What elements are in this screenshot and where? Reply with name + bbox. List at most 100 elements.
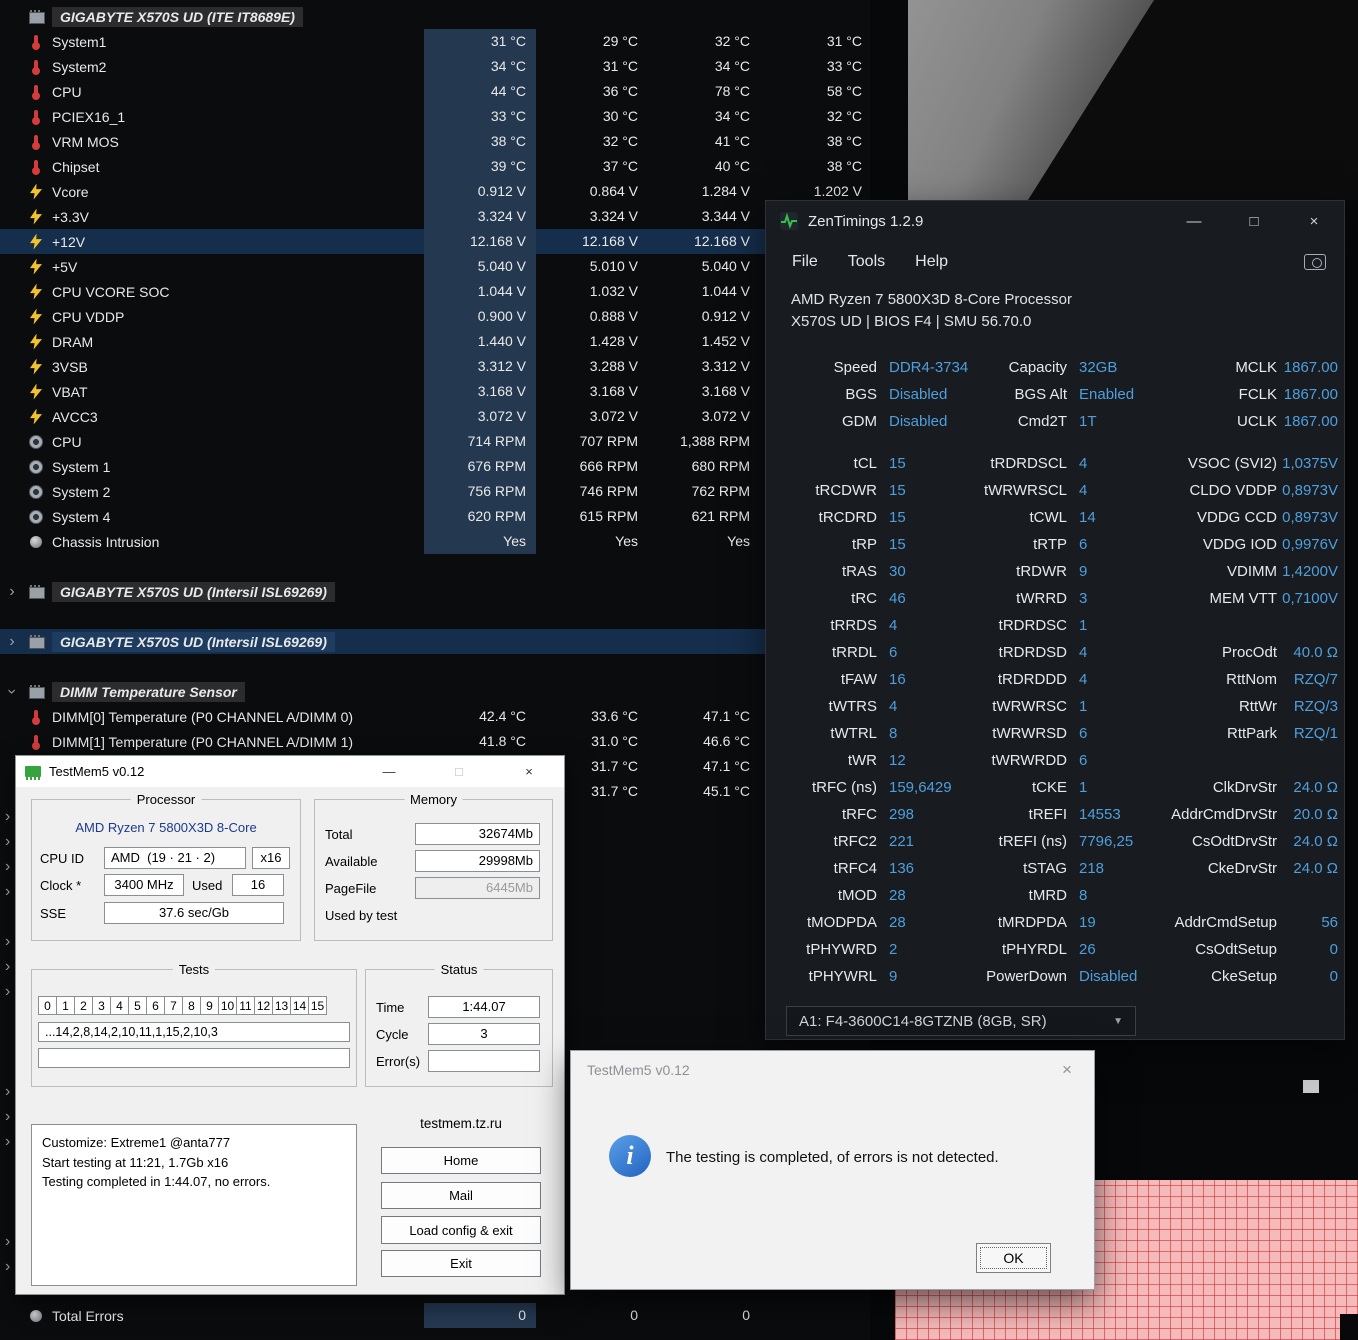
testmem5-titlebar[interactable]: TestMem5 v0.12 — □ × [16,756,564,787]
sensor-row[interactable]: +3.3V 3.324 V 3.324 V 3.344 V [0,204,870,229]
sensor-row[interactable]: DIMM[0] Temperature (P0 CHANNEL A/DIMM 0… [0,704,870,729]
sensor-row[interactable]: VRM MOS 38 °C 32 °C 41 °C 38 °C [0,129,870,154]
used-label: Used [192,878,223,893]
test-number-cell[interactable]: 5 [128,996,147,1015]
expand-arrow-icon[interactable]: › [5,1233,10,1251]
sensor-row[interactable]: CPU 44 °C 36 °C 78 °C 58 °C [0,79,870,104]
expand-arrow-icon[interactable]: › [5,933,10,951]
menu-file[interactable]: File [792,253,818,271]
timing-value: Disabled [889,413,948,430]
sensor-row[interactable]: DIMM[1] Temperature (P0 CHANNEL A/DIMM 1… [0,729,870,754]
timing-value: DDR4-3734 [889,359,969,376]
test-number-cell[interactable]: 11 [236,996,255,1015]
ok-button[interactable]: OK [976,1243,1051,1273]
test-number-cell[interactable]: 0 [38,996,57,1015]
zentimings-window: ZenTimings 1.2.9 — □ × File Tools Help A… [765,200,1345,1040]
sensor-group-row[interactable]: GIGABYTE X570S UD (ITE IT8689E) [0,4,870,29]
expand-arrow-icon[interactable]: › [0,629,24,654]
screen-corner [1340,1314,1358,1340]
expand-arrow-icon[interactable]: › [5,858,10,876]
sensor-row[interactable]: DRAM 1.440 V 1.428 V 1.452 V [0,329,870,354]
timing-value: 1867.00 [1283,359,1338,376]
sensor-group-row[interactable]: › GIGABYTE X570S UD (Intersil ISL69269) [0,629,870,654]
test-number-cell[interactable]: 6 [146,996,165,1015]
sensor-row[interactable]: System 2 756 RPM 746 RPM 762 RPM [0,479,870,504]
total-errors-row[interactable]: Total Errors 0 0 0 [0,1303,870,1328]
sensor-row[interactable]: CPU VDDP 0.900 V 0.888 V 0.912 V [0,304,870,329]
test-number-cell[interactable]: 8 [182,996,201,1015]
expand-arrow-icon[interactable]: › [5,1108,10,1126]
dialog-message: The testing is completed, of errors is n… [666,1149,999,1166]
load-config-exit-button[interactable]: Load config & exit [381,1216,541,1244]
expand-arrow-icon[interactable]: › [5,808,10,826]
sensor-row[interactable]: Vcore 0.912 V 0.864 V 1.284 V 1.202 V [0,179,870,204]
sensor-row[interactable]: System 1 676 RPM 666 RPM 680 RPM [0,454,870,479]
sensor-row[interactable]: AVCC3 3.072 V 3.072 V 3.072 V [0,404,870,429]
test-number-cell[interactable]: 3 [92,996,111,1015]
timing-label: tCL [853,455,877,472]
timing-label: tRDRDDD [997,671,1067,688]
test-number-cell[interactable]: 14 [290,996,309,1015]
sensor-row[interactable]: System1 31 °C 29 °C 32 °C 31 °C [0,29,870,54]
dimm-selector[interactable]: A1: F4-3600C14-8GTZNB (8GB, SR) ▼ [786,1006,1136,1036]
processor-group: Processor AMD Ryzen 7 5800X3D 8-Core CPU… [31,792,301,941]
sensor-row[interactable]: System 4 620 RPM 615 RPM 621 RPM [0,504,870,529]
test-number-cell[interactable]: 10 [218,996,237,1015]
expand-arrow-icon[interactable]: › [0,680,25,704]
test-number-cell[interactable]: 7 [164,996,183,1015]
zentimings-titlebar[interactable]: ZenTimings 1.2.9 — □ × [766,201,1344,241]
sensor-label: Vcore [52,183,89,200]
sensor-value: 38 °C [826,158,862,174]
sensor-group-row[interactable]: › GIGABYTE X570S UD (Intersil ISL69269) [0,579,870,604]
expand-arrow-icon[interactable]: › [5,833,10,851]
chip-icon [28,634,45,650]
expand-arrow-icon[interactable]: › [5,983,10,1001]
test-number-cell[interactable]: 13 [272,996,291,1015]
menu-tools[interactable]: Tools [848,253,885,271]
timing-label: RttNom [1226,671,1277,688]
test-number-cell[interactable]: 1 [56,996,75,1015]
sensor-row[interactable]: PCIEX16_1 33 °C 30 °C 34 °C 32 °C [0,104,870,129]
sensor-row[interactable]: 3VSB 3.312 V 3.288 V 3.312 V [0,354,870,379]
expand-arrow-icon[interactable]: › [5,1258,10,1276]
test-number-cell[interactable]: 15 [308,996,327,1015]
sensor-row[interactable]: +12V 12.168 V 12.168 V 12.168 V [0,229,870,254]
screenshot-icon[interactable] [1304,254,1326,270]
close-icon[interactable]: × [494,756,564,787]
menu-help[interactable]: Help [915,253,948,271]
sensor-row[interactable]: Chassis Intrusion Yes Yes Yes [0,529,870,554]
timing-value: 15 [889,455,906,472]
timing-label: tRDRDSCL [990,455,1067,472]
sensor-row[interactable]: System2 34 °C 31 °C 34 °C 33 °C [0,54,870,79]
sensor-value: 41.8 °C [479,733,526,749]
sensor-row[interactable]: CPU 714 RPM 707 RPM 1,388 RPM [0,429,870,454]
website-link[interactable]: testmem.tz.ru [381,1116,541,1131]
expand-arrow-icon[interactable]: › [5,883,10,901]
exit-button[interactable]: Exit [381,1250,541,1277]
thermometer-icon [28,84,44,100]
cpu-id-field: AMD (19 · 21 · 2) [104,847,246,869]
minimize-icon[interactable]: — [1164,201,1224,241]
maximize-icon[interactable]: □ [1224,201,1284,241]
test-number-cell[interactable]: 2 [74,996,93,1015]
sensor-value: 3.288 V [589,358,638,374]
expand-arrow-icon[interactable]: › [5,1133,10,1151]
close-icon[interactable]: × [1284,201,1344,241]
sensor-group-row[interactable]: › DIMM Temperature Sensor [0,679,870,704]
sensor-row[interactable]: VBAT 3.168 V 3.168 V 3.168 V [0,379,870,404]
sensor-value: 58 °C [826,83,862,99]
expand-arrow-icon[interactable]: › [5,1083,10,1101]
timing-label: tSTAG [1023,860,1067,877]
minimize-icon[interactable]: — [354,756,424,787]
home-button[interactable]: Home [381,1147,541,1174]
expand-arrow-icon[interactable]: › [5,958,10,976]
test-number-cell[interactable]: 12 [254,996,273,1015]
close-icon[interactable]: × [1050,1057,1084,1083]
test-number-cell[interactable]: 9 [200,996,219,1015]
sensor-row[interactable]: Chipset 39 °C 37 °C 40 °C 38 °C [0,154,870,179]
sensor-row[interactable]: CPU VCORE SOC 1.044 V 1.032 V 1.044 V [0,279,870,304]
mail-button[interactable]: Mail [381,1182,541,1209]
sensor-row[interactable]: +5V 5.040 V 5.010 V 5.040 V [0,254,870,279]
expand-arrow-icon[interactable]: › [0,579,24,604]
test-number-cell[interactable]: 4 [110,996,129,1015]
